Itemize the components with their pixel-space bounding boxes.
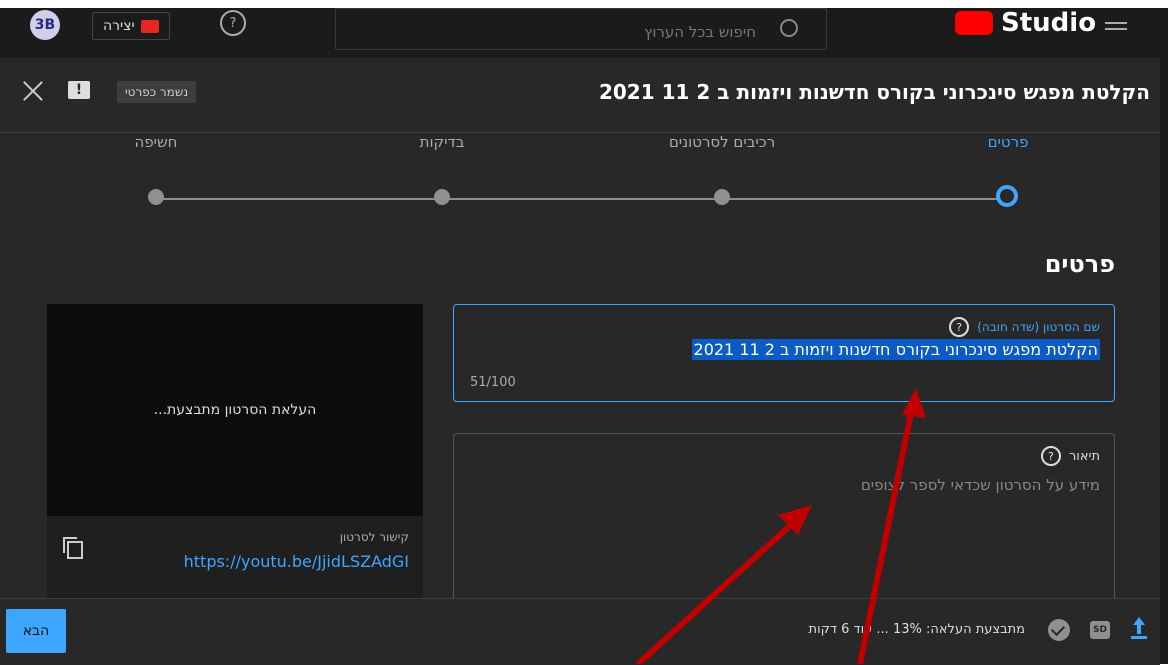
annotation-arrow-description — [635, 509, 808, 664]
annotation-arrows — [635, 388, 926, 664]
arrowhead-icon — [902, 388, 926, 418]
annotation-arrow-title — [857, 397, 917, 664]
